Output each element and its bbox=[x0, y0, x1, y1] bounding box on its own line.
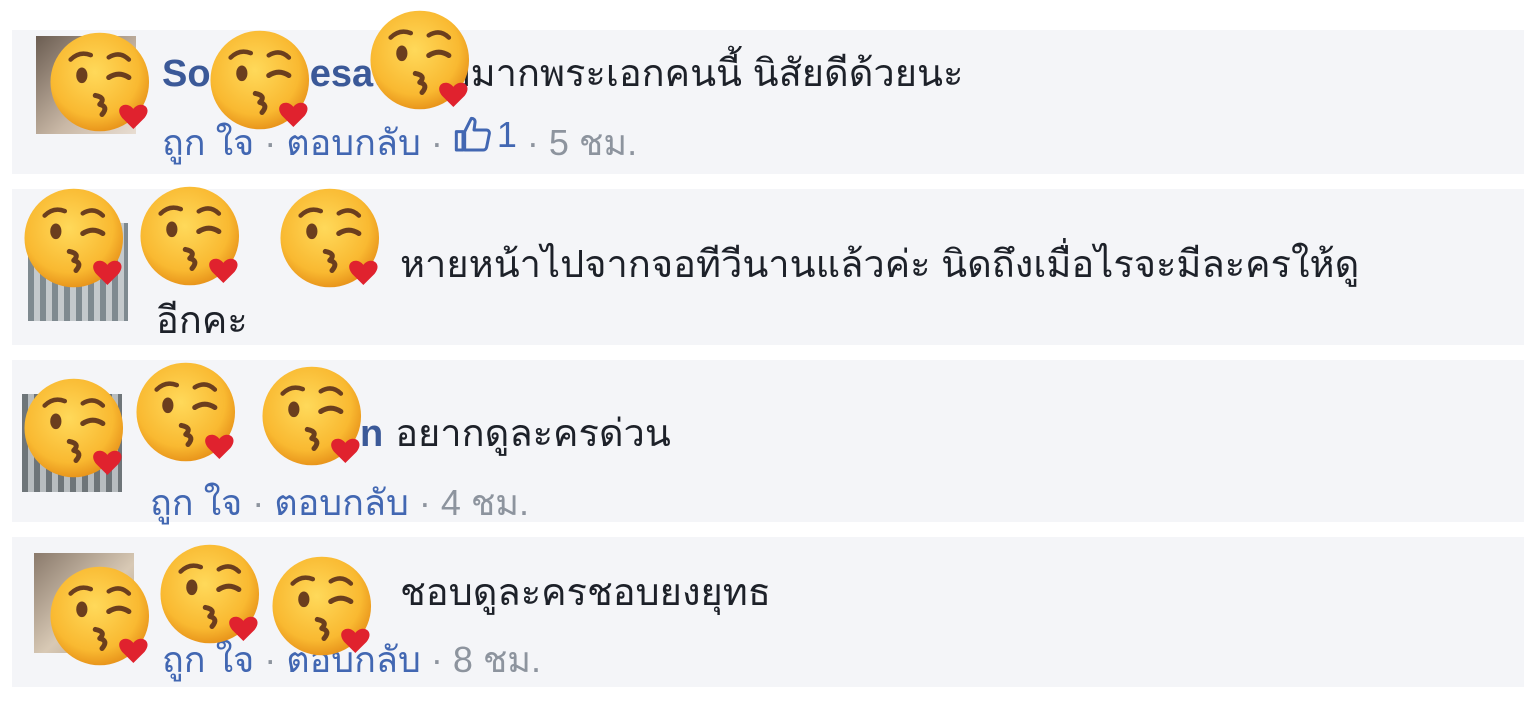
timestamp: 5 ชม. bbox=[548, 122, 638, 163]
kissing-face-with-heart-emoji bbox=[20, 182, 132, 294]
timestamp: 8 ชม. bbox=[452, 639, 542, 680]
comment-body: หายหน้าไปจากจอทีวีนานแล้วค่ะ นิดถึงเมื่อ… bbox=[400, 233, 1359, 294]
kissing-face-with-heart-emoji bbox=[206, 24, 318, 136]
separator-dot: · bbox=[430, 122, 443, 163]
kissing-face-with-heart-emoji bbox=[132, 356, 244, 468]
kissing-face-with-heart-emoji bbox=[268, 550, 380, 662]
thumbs-up-icon bbox=[454, 116, 491, 152]
comment-body-continued: อีกคะ bbox=[156, 289, 248, 350]
kissing-face-with-heart-emoji bbox=[136, 180, 248, 292]
kissing-face-with-heart-emoji bbox=[276, 182, 388, 294]
kissing-face-with-heart-emoji bbox=[20, 372, 132, 484]
kissing-face-with-heart-emoji bbox=[46, 560, 158, 672]
comment-text: อยากดูละครด่วน bbox=[395, 413, 671, 455]
comment-text: ชอบดูละครชอบยงยุทธ bbox=[400, 572, 772, 614]
kissing-face-with-heart-emoji bbox=[156, 538, 268, 650]
comment-actions: ถูก ใจ · ตอบกลับ · 4 ชม. bbox=[150, 474, 529, 531]
comment-body: n อยากดูละครด่วน bbox=[360, 402, 671, 463]
comment-body: ชอบดูละครชอบยงยุทธ bbox=[388, 561, 771, 622]
separator-dot: · bbox=[526, 122, 539, 163]
like-count[interactable]: 1 bbox=[453, 114, 517, 156]
separator-dot: · bbox=[430, 639, 443, 680]
kissing-face-with-heart-emoji bbox=[366, 4, 478, 116]
comment-text-line2: อีกคะ bbox=[156, 300, 248, 342]
kissing-face-with-heart-emoji bbox=[258, 360, 370, 472]
comment-text: ชอบมากพระเอกคนนี้ นิสัยดีด้วยนะ bbox=[397, 53, 964, 95]
separator-dot: · bbox=[418, 482, 431, 523]
separator-dot: · bbox=[252, 482, 265, 523]
timestamp: 4 ชม. bbox=[440, 482, 530, 523]
reply-link[interactable]: ตอบกลับ bbox=[274, 482, 409, 523]
comment-text: หายหน้าไปจากจอทีวีนานแล้วค่ะ นิดถึงเมื่อ… bbox=[400, 244, 1360, 286]
kissing-face-with-heart-emoji bbox=[46, 26, 158, 138]
like-count-number: 1 bbox=[496, 114, 517, 155]
like-link[interactable]: ถูก ใจ bbox=[150, 482, 242, 523]
